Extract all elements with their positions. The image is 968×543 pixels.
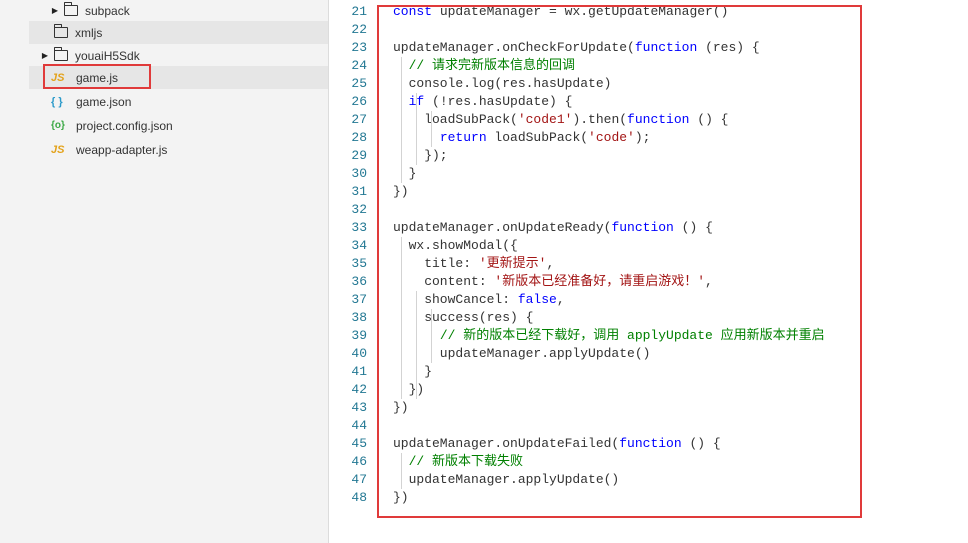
line-number: 40 xyxy=(351,346,367,361)
line-number: 48 xyxy=(351,490,367,505)
folder-icon xyxy=(53,47,68,61)
line-number: 24 xyxy=(351,58,367,73)
line-number: 30 xyxy=(351,166,367,181)
tree-item-weapp-adapter[interactable]: JS weapp-adapter.js xyxy=(51,138,167,161)
line-number: 32 xyxy=(351,202,367,217)
annotation-box-code xyxy=(377,5,862,518)
line-number: 22 xyxy=(351,22,367,37)
line-number: 37 xyxy=(351,292,367,307)
line-number: 33 xyxy=(351,220,367,235)
tree-item-xmljs[interactable]: ▶ xmljs xyxy=(29,21,328,44)
line-number: 44 xyxy=(351,418,367,433)
line-number: 21 xyxy=(351,4,367,19)
line-number: 42 xyxy=(351,382,367,397)
caret-right-icon[interactable]: ▶ xyxy=(40,51,50,60)
line-number: 31 xyxy=(351,184,367,199)
folder-icon xyxy=(53,24,68,38)
tree-item-label: project.config.json xyxy=(76,118,173,133)
annotation-box-file xyxy=(43,64,151,89)
tree-item-label: youaiH5Sdk xyxy=(75,48,140,63)
tree-item-subpack[interactable]: ▶ subpack xyxy=(50,0,130,22)
tree-item-label: subpack xyxy=(85,3,130,18)
line-number: 46 xyxy=(351,454,367,469)
line-number: 35 xyxy=(351,256,367,271)
tree-item-game-json[interactable]: { } game.json xyxy=(51,90,131,113)
line-number: 47 xyxy=(351,472,367,487)
line-number: 29 xyxy=(351,148,367,163)
js-file-icon: JS xyxy=(51,143,65,156)
line-number: 34 xyxy=(351,238,367,253)
tree-item-label: weapp-adapter.js xyxy=(76,142,168,157)
line-number: 23 xyxy=(351,40,367,55)
json-file-icon: { } xyxy=(51,95,63,108)
activity-bar xyxy=(0,0,29,543)
line-number: 26 xyxy=(351,94,367,109)
tree-item-project-config[interactable]: {o} project.config.json xyxy=(51,114,173,137)
line-number: 41 xyxy=(351,364,367,379)
line-number: 43 xyxy=(351,400,367,415)
caret-right-icon[interactable]: ▶ xyxy=(50,6,60,15)
line-number: 39 xyxy=(351,328,367,343)
config-file-icon: {o} xyxy=(51,120,65,131)
tree-item-label: game.json xyxy=(76,94,132,109)
line-number: 45 xyxy=(351,436,367,451)
line-number: 36 xyxy=(351,274,367,289)
line-number: 27 xyxy=(351,112,367,127)
line-number: 38 xyxy=(351,310,367,325)
line-number: 25 xyxy=(351,76,367,91)
tree-item-label: xmljs xyxy=(75,25,103,40)
line-number: 28 xyxy=(351,130,367,145)
folder-icon xyxy=(63,2,78,16)
